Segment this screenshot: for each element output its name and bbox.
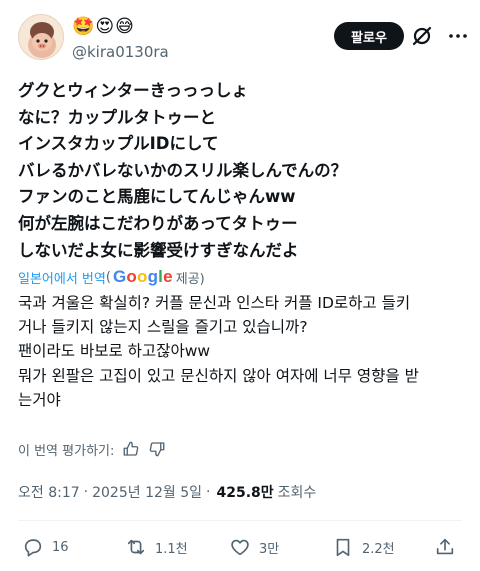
- bookmark-count: 2.2천: [362, 541, 395, 557]
- like-button[interactable]: 3만: [229, 536, 279, 558]
- user-handle[interactable]: @kira0130ra: [72, 42, 169, 62]
- translation-attribution: 일본어에서 번역 ( Google 제공): [18, 266, 205, 288]
- separator: ·: [83, 484, 89, 500]
- translated-from-link[interactable]: 일본어에서 번역: [18, 268, 106, 287]
- reply-button[interactable]: 16: [22, 536, 69, 558]
- view-count-label: 조회수: [277, 485, 317, 501]
- open-paren: (: [105, 269, 111, 285]
- action-bar: 16 1.1천 3만 2.2천: [0, 530, 480, 564]
- more-options-icon[interactable]: [446, 24, 470, 48]
- post-meta: 오전 8:17 · 2025년 12월 5일 · 425.8만 조회수: [18, 481, 316, 503]
- repost-icon: [127, 539, 145, 555]
- original-line: グクとウィンターきっっっしょ: [18, 81, 249, 100]
- heart-icon: [231, 539, 249, 556]
- reply-count: 16: [52, 539, 69, 555]
- original-line: ファンのこと馬鹿にしてんじゃんww: [18, 187, 296, 207]
- repost-button[interactable]: 1.1천: [125, 536, 188, 558]
- post-original-text: グクとウィンターきっっっしょ なに？カップルタトゥーと インスタカップルIDにし…: [18, 78, 468, 264]
- translated-line: 뭐가 왼팔은 고집이 있고 문신하지 않아 여자에 너무 영향을 받: [18, 366, 419, 385]
- bookmark-button[interactable]: 2.2천: [332, 536, 395, 558]
- translated-line: 국과 겨울은 확실히? 커플 문신과 인스타 커플 ID로하고 들키: [18, 294, 411, 312]
- thumbs-up-icon[interactable]: [122, 440, 140, 458]
- original-line: しないだよ女に影響受けすぎなんだよ: [18, 240, 299, 260]
- translated-line: 거나 들키지 않는지 스릴을 즐기고 있습니까?: [18, 318, 308, 337]
- avatar[interactable]: [18, 14, 64, 60]
- share-icon: [436, 538, 454, 555]
- rate-translation-row: 이 번역 평가하기:: [18, 438, 166, 460]
- thumbs-down-icon[interactable]: [148, 440, 166, 458]
- translated-line: 팬이라도 바보로 하고잖아ww: [18, 342, 211, 361]
- like-count: 3만: [259, 541, 280, 557]
- view-count: 425.8만: [216, 485, 274, 501]
- reply-icon: [24, 539, 42, 557]
- google-logo: Google: [112, 267, 173, 286]
- rate-translation-label: 이 번역 평가하기:: [18, 443, 115, 459]
- original-line: なに？カップルタトゥーと: [18, 107, 216, 127]
- follow-button[interactable]: 팔로우: [334, 22, 404, 50]
- original-line: インスタカップルIDにして: [18, 134, 219, 154]
- original-line: バレるかバレないかのスリル楽しんでんの？: [18, 160, 348, 180]
- separator: ·: [206, 484, 211, 500]
- post-time[interactable]: 오전 8:17: [18, 482, 80, 502]
- post-date[interactable]: 2025년 12월 5일: [92, 482, 202, 502]
- translated-line: 는거야: [18, 390, 61, 409]
- display-name-emoji[interactable]: 🤩😍😅: [72, 16, 135, 38]
- divider: [18, 520, 462, 521]
- post-header: 🤩😍😅 @kira0130ra 팔로우: [0, 0, 480, 72]
- bookmark-icon: [336, 538, 350, 557]
- grok-icon[interactable]: [410, 24, 434, 48]
- share-button[interactable]: [434, 536, 464, 558]
- original-line: 何が左腕はこだわりがあってタトゥー: [18, 213, 298, 233]
- provided-by-label: 제공): [175, 271, 205, 287]
- post-translated-text: 국과 겨울은 확실히? 커플 문신과 인스타 커플 ID로하고 들키 거나 들키…: [18, 291, 468, 412]
- repost-count: 1.1천: [155, 541, 188, 557]
